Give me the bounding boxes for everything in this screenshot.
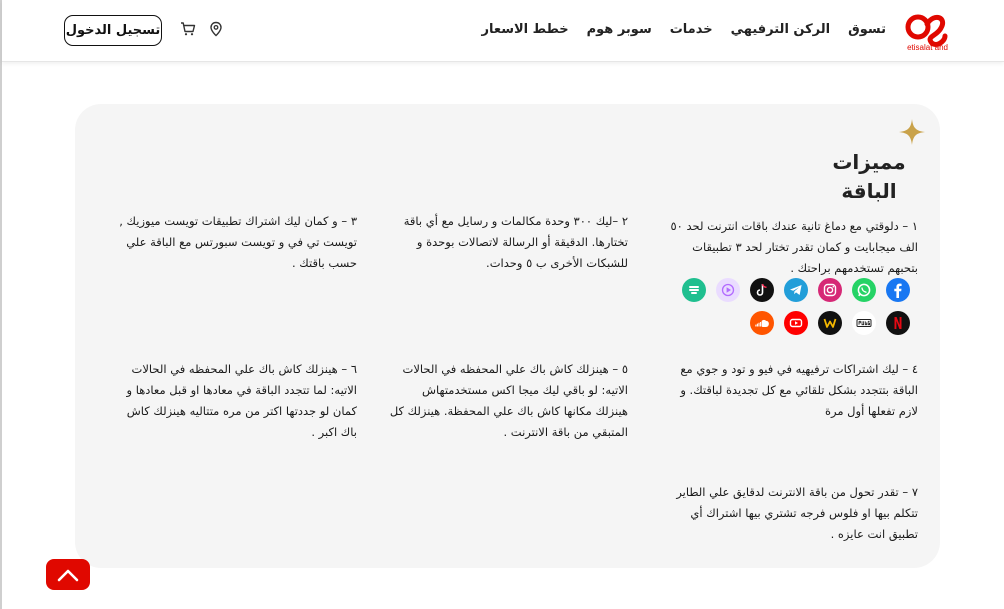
sparkle-icon [899, 119, 925, 145]
tiktok-icon [750, 278, 774, 302]
login-button[interactable]: تسجيل الدخول [64, 15, 162, 46]
nav-item-entertainment[interactable]: الركن الترفيهي [731, 22, 831, 37]
main-nav: خطط الاسعار سوبر هوم خدمات الركن الترفيه… [482, 22, 887, 37]
feature-4: ٤ – ليك اشتراكات ترفيهيه في فيو و تود و … [680, 362, 918, 418]
telegram-icon [784, 278, 808, 302]
shopping-cart-icon[interactable] [180, 21, 196, 37]
soundcloud-icon [750, 311, 774, 335]
package-features-card: مميزات الباقة ١ – دلوقتي مع دماغ تانية ع… [75, 104, 940, 568]
pubg-icon [852, 311, 876, 335]
feature-5: ٥ – هينزلك كاش باك علي المحفظه في الحالا… [389, 362, 628, 439]
facebook-icon [886, 278, 910, 302]
netflix-icon [886, 311, 910, 335]
section-title-line-2: الباقة [841, 179, 897, 203]
feature-6: ٦ – هينزلك كاش باك علي المحفظه في الحالا… [126, 362, 357, 439]
watch-it-icon [818, 311, 842, 335]
nav-item-price-plans[interactable]: خطط الاسعار [482, 22, 569, 37]
chat-app-icon [682, 278, 706, 302]
feature-1: ١ – دلوقتي مع دماغ تانية عندك باقات انتر… [670, 219, 919, 275]
feature-2: ٢ –ليك ٣٠٠ وحدة مكالمات و رسايل مع أي با… [403, 214, 628, 270]
youtube-icon [784, 311, 808, 335]
app-icons-list [670, 278, 910, 335]
scroll-to-top-button[interactable] [46, 559, 90, 590]
feature-7: ٧ – تقدر تحول من باقة الانترنت لدقايق عل… [676, 485, 918, 541]
feature-3: ٣ – و كمان ليك اشتراك تطبيقات تويست ميوز… [119, 214, 357, 270]
location-pin-icon[interactable] [208, 21, 224, 37]
chevron-up-icon [57, 569, 79, 581]
logo-caption: etisalat and [907, 43, 948, 52]
site-header: etisalat and خطط الاسعار سوبر هوم خدمات … [2, 0, 1004, 62]
section-title-line-1: مميزات [832, 150, 906, 174]
section-title: مميزات الباقة [824, 148, 914, 206]
page: etisalat and خطط الاسعار سوبر هوم خدمات … [0, 0, 1004, 609]
nav-item-services[interactable]: خدمات [670, 22, 713, 37]
music-play-icon [716, 278, 740, 302]
whatsapp-icon [852, 278, 876, 302]
nav-item-super-home[interactable]: سوبر هوم [587, 22, 652, 37]
instagram-icon [818, 278, 842, 302]
nav-item-shop[interactable]: تسوق [848, 22, 886, 37]
